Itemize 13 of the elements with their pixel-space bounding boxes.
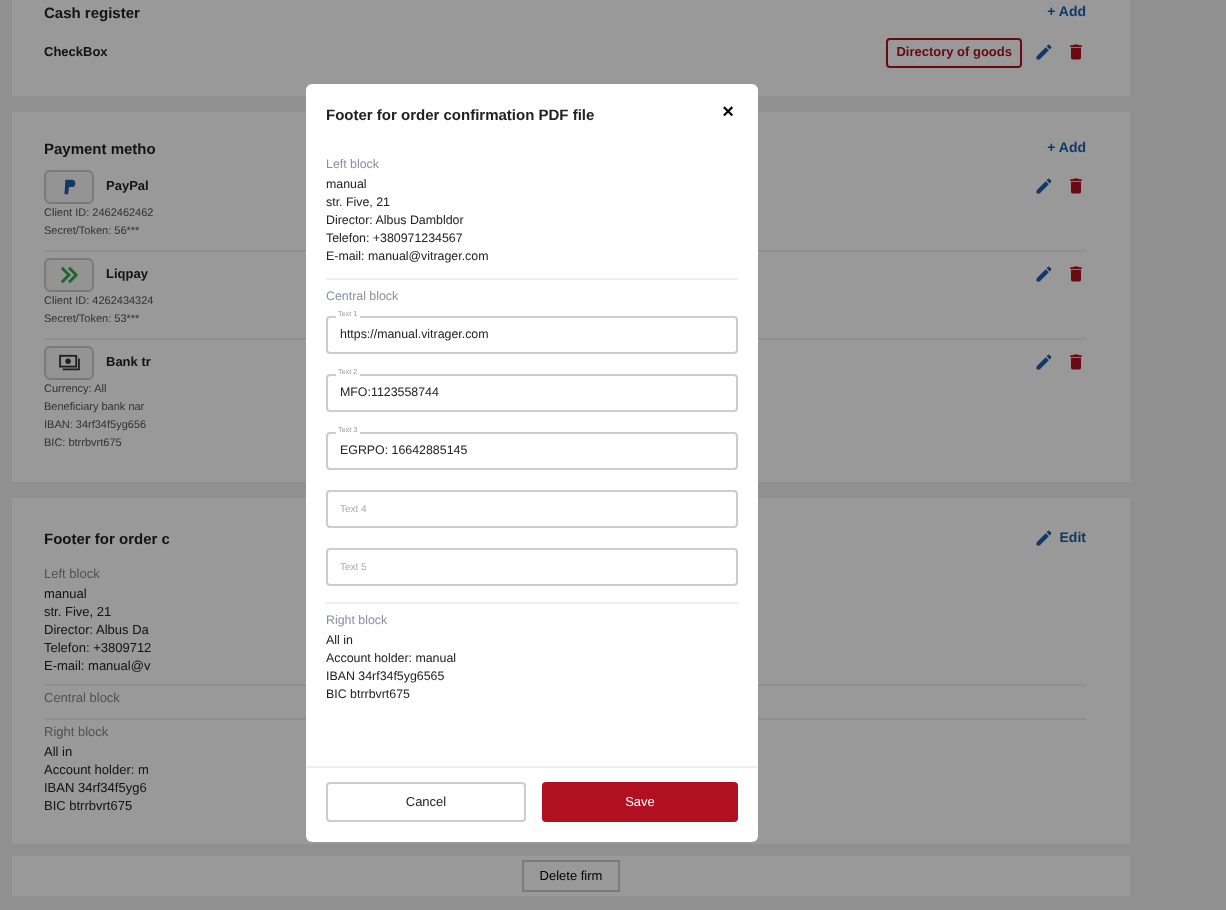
delete-icon[interactable]	[1066, 42, 1086, 62]
paypal-logo	[44, 169, 94, 203]
delete-icon[interactable]	[1066, 264, 1086, 284]
delete-icon[interactable]	[1066, 176, 1086, 196]
edit-icon[interactable]	[1034, 352, 1054, 372]
edit-icon[interactable]	[1034, 42, 1054, 62]
double-chevron-logo	[44, 257, 94, 291]
edit-icon[interactable]	[1034, 176, 1054, 196]
edit-icon[interactable]	[1034, 264, 1054, 284]
close-button[interactable]: ×	[718, 104, 738, 124]
pencil-icon[interactable]	[1033, 528, 1054, 548]
delete-icon[interactable]	[1066, 352, 1086, 372]
banknote-logo	[44, 345, 94, 379]
